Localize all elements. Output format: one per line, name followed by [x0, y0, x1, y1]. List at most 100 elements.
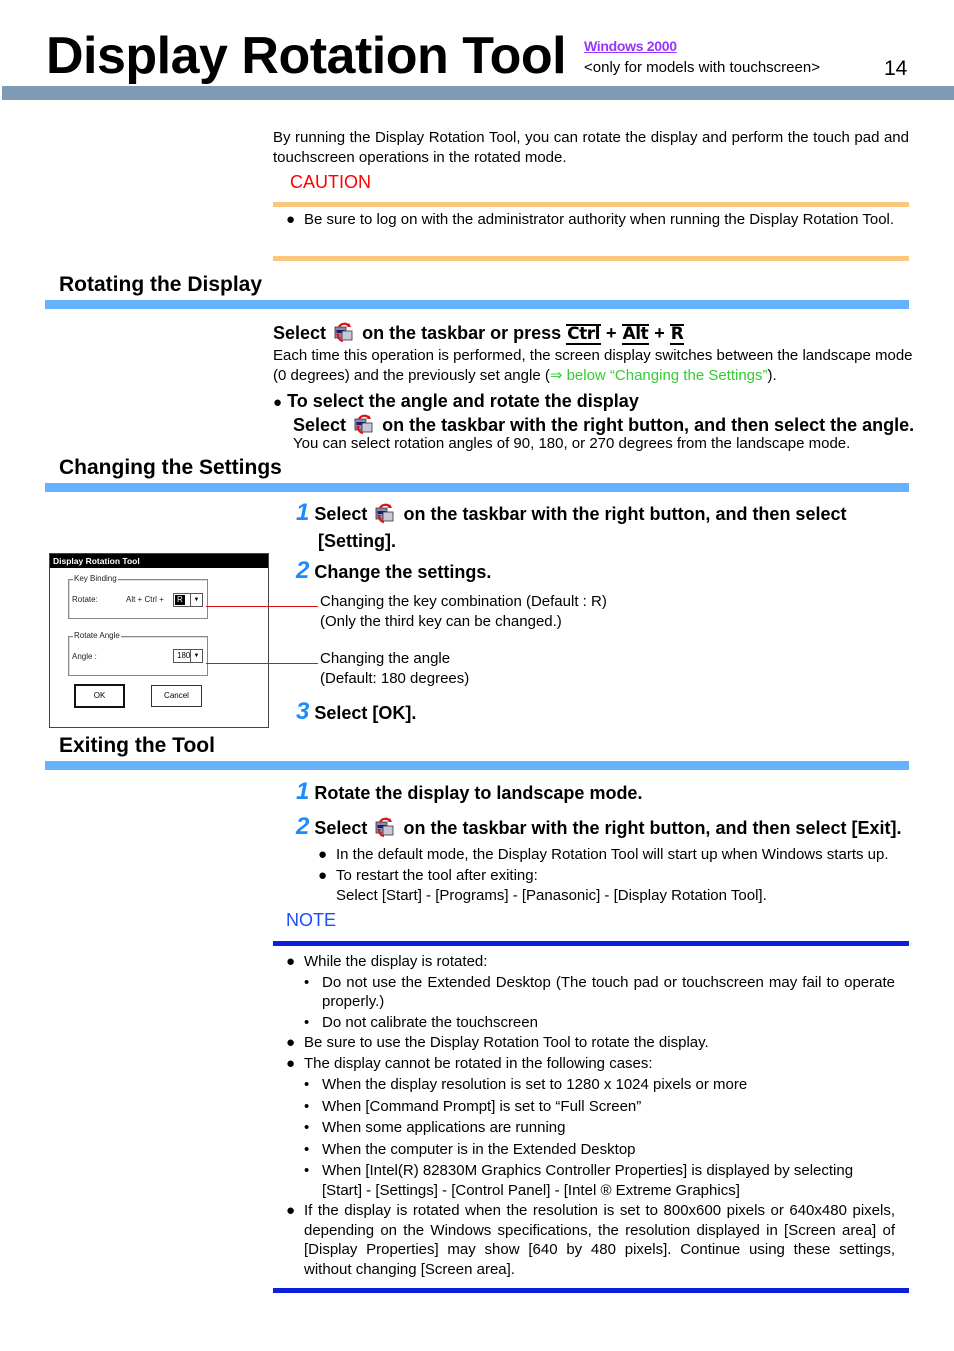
callout-key-combination: Changing the key combination (Default : … [320, 592, 607, 631]
note-sub-item: • When the display resolution is set to … [286, 1075, 895, 1095]
note-sub-item-text: When some applications are running [322, 1119, 566, 1136]
note-item: ● The display cannot be rotated in the f… [286, 1054, 895, 1074]
key-separator: + [606, 323, 617, 343]
caution-item: ● Be sure to log on with the administrat… [286, 210, 906, 230]
exit-step-1: 1 Rotate the display to landscape mode. [296, 778, 642, 805]
note-item-text: The display cannot be rotated in the fol… [304, 1054, 653, 1072]
step-number: 3 [296, 698, 310, 725]
note-sub-item-text: When [Intel(R) 82830M Graphics Controlle… [322, 1162, 854, 1199]
sub-bullet-icon: • [304, 1119, 310, 1136]
note-item: ● Be sure to use the Display Rotation To… [286, 1033, 895, 1053]
bullet-icon: ● [273, 394, 283, 411]
intro-paragraph: By running the Display Rotation Tool, yo… [273, 129, 909, 166]
key-r: R [669, 324, 685, 345]
step-text-pre: Select [314, 504, 368, 524]
dialog-cancel-button[interactable]: Cancel [151, 685, 202, 707]
note-item-text: While the display is rotated: [304, 953, 488, 970]
section-title-rotating: Rotating the Display [59, 273, 263, 296]
rotation-tool-tray-icon [375, 503, 395, 523]
exit-note-text: To restart the tool after exiting: [336, 866, 538, 884]
note-list: ● While the display is rotated: • Do not… [286, 952, 895, 1279]
callout-angle-line1: Changing the angle [320, 650, 451, 667]
key-separator: + [654, 323, 665, 343]
rotation-tool-tray-icon [334, 322, 354, 342]
chevron-down-icon[interactable]: ▼ [190, 594, 202, 606]
settings-step-2: 2 Change the settings. [296, 559, 491, 583]
key-alt: Alt [621, 324, 650, 345]
note-item: ● While the display is rotated: [286, 952, 895, 972]
callout-line-angle [206, 663, 318, 664]
dialog-title: Display Rotation Tool [50, 554, 268, 568]
angle-instruction-post: on the taskbar with the right button, an… [382, 415, 915, 435]
settings-step-3: 3 Select [OK]. [296, 698, 417, 725]
key-select[interactable]: R ▼ [173, 593, 203, 607]
callout-line-key [206, 606, 318, 607]
cross-reference-link[interactable]: ⇒ below “Changing the Settings” [550, 367, 768, 384]
page-title: Display Rotation Tool [46, 27, 567, 85]
note-sub-item-text: When the computer is in the Extended Des… [322, 1140, 636, 1158]
bullet-icon: ● [318, 866, 328, 884]
bullet-icon: ● [286, 1034, 296, 1051]
note-sub-item: • Do not calibrate the touchscreen [286, 1013, 895, 1033]
caution-bottom-bar [273, 256, 909, 261]
note-top-bar [273, 941, 909, 946]
sub-bullet-icon: • [304, 1140, 310, 1158]
step-number: 1 [296, 778, 310, 805]
angle-instruction: Select on the taskbar with the right but… [293, 414, 914, 436]
bullet-icon: ● [286, 211, 296, 228]
note-sub-item: • When [Intel(R) 82830M Graphics Control… [286, 1161, 895, 1200]
key-ctrl: Ctrl [566, 324, 601, 345]
section-bar-changing [45, 483, 909, 492]
sub-bullet-icon: • [304, 973, 310, 991]
note-bottom-bar [273, 1288, 909, 1293]
bullet-icon: ● [318, 846, 328, 863]
restart-path: Select [Start] - [Programs] - [Panasonic… [336, 887, 767, 904]
rotate-instruction-pre: Select [273, 323, 327, 343]
section-title-exiting: Exiting the Tool [59, 734, 215, 757]
angle-description: You can select rotation angles of 90, 18… [293, 435, 851, 452]
rotate-instruction: Select on the taskbar or press Ctrl + Al… [273, 322, 685, 345]
rotate-label: Rotate: [72, 595, 98, 604]
exit-step-2: 2 Select on the taskbar with the right b… [296, 813, 901, 840]
note-sub-item-text: Do not use the Extended Desktop (The tou… [322, 973, 895, 1011]
step-number: 2 [296, 813, 310, 840]
note-item: ● If the display is rotated when the res… [286, 1201, 895, 1279]
rotate-angle-label: Rotate Angle [73, 631, 121, 640]
exit-notes: ● In the default mode, the Display Rotat… [318, 845, 918, 906]
section-title-changing: Changing the Settings [59, 456, 282, 479]
note-sub-item-text: Do not calibrate the touchscreen [322, 1013, 538, 1031]
exit-note-item: ● In the default mode, the Display Rotat… [318, 845, 918, 865]
rotation-tool-tray-icon [354, 414, 374, 434]
note-sub-item-text: When [Command Prompt] is set to “Full Sc… [322, 1097, 642, 1115]
caution-item-text: Be sure to log on with the administrator… [304, 211, 895, 228]
angle-label: Angle : [72, 652, 97, 661]
key-binding-label: Key Binding [73, 574, 118, 583]
note-item-text: Be sure to use the Display Rotation Tool… [304, 1034, 709, 1051]
note-sub-item: • When [Command Prompt] is set to “Full … [286, 1097, 895, 1117]
exit-note-text: In the default mode, the Display Rotatio… [336, 846, 889, 863]
bullet-icon: ● [286, 1054, 296, 1072]
step-text: Select [OK]. [314, 703, 417, 723]
note-item-text: If the display is rotated when the resol… [304, 1202, 895, 1278]
dialog-ok-button[interactable]: OK [74, 684, 125, 708]
rotate-description-end: ). [767, 366, 777, 384]
step-number: 1 [296, 499, 310, 526]
key-binding-group: Key Binding Rotate: Alt + Ctrl + R ▼ [68, 574, 208, 619]
section-bar-rotating [45, 300, 909, 309]
bullet-icon: ● [286, 1202, 296, 1219]
caution-top-bar [273, 202, 909, 207]
key-select-value: R [175, 595, 185, 605]
os-version-link[interactable]: Windows 2000 [584, 38, 677, 54]
angle-subheading: ● To select the angle and rotate the dis… [273, 390, 639, 414]
rotate-description: Each time this operation is performed, t… [273, 346, 913, 385]
chevron-down-icon[interactable]: ▼ [190, 650, 202, 662]
callout-key-line2: (Only the third key can be changed.) [320, 612, 562, 630]
settings-step-1: 1 Select on the taskbar with the right b… [296, 499, 846, 526]
models-note: <only for models with touchscreen> [584, 59, 820, 76]
callout-angle-line2: (Default: 180 degrees) [320, 669, 470, 687]
rotation-tool-tray-icon [375, 817, 395, 837]
angle-select[interactable]: 180 ▼ [173, 649, 203, 663]
angle-instruction-pre: Select [293, 415, 347, 435]
section-bar-exiting [45, 761, 909, 770]
settings-dialog-screenshot: Display Rotation Tool Key Binding Rotate… [49, 553, 269, 728]
